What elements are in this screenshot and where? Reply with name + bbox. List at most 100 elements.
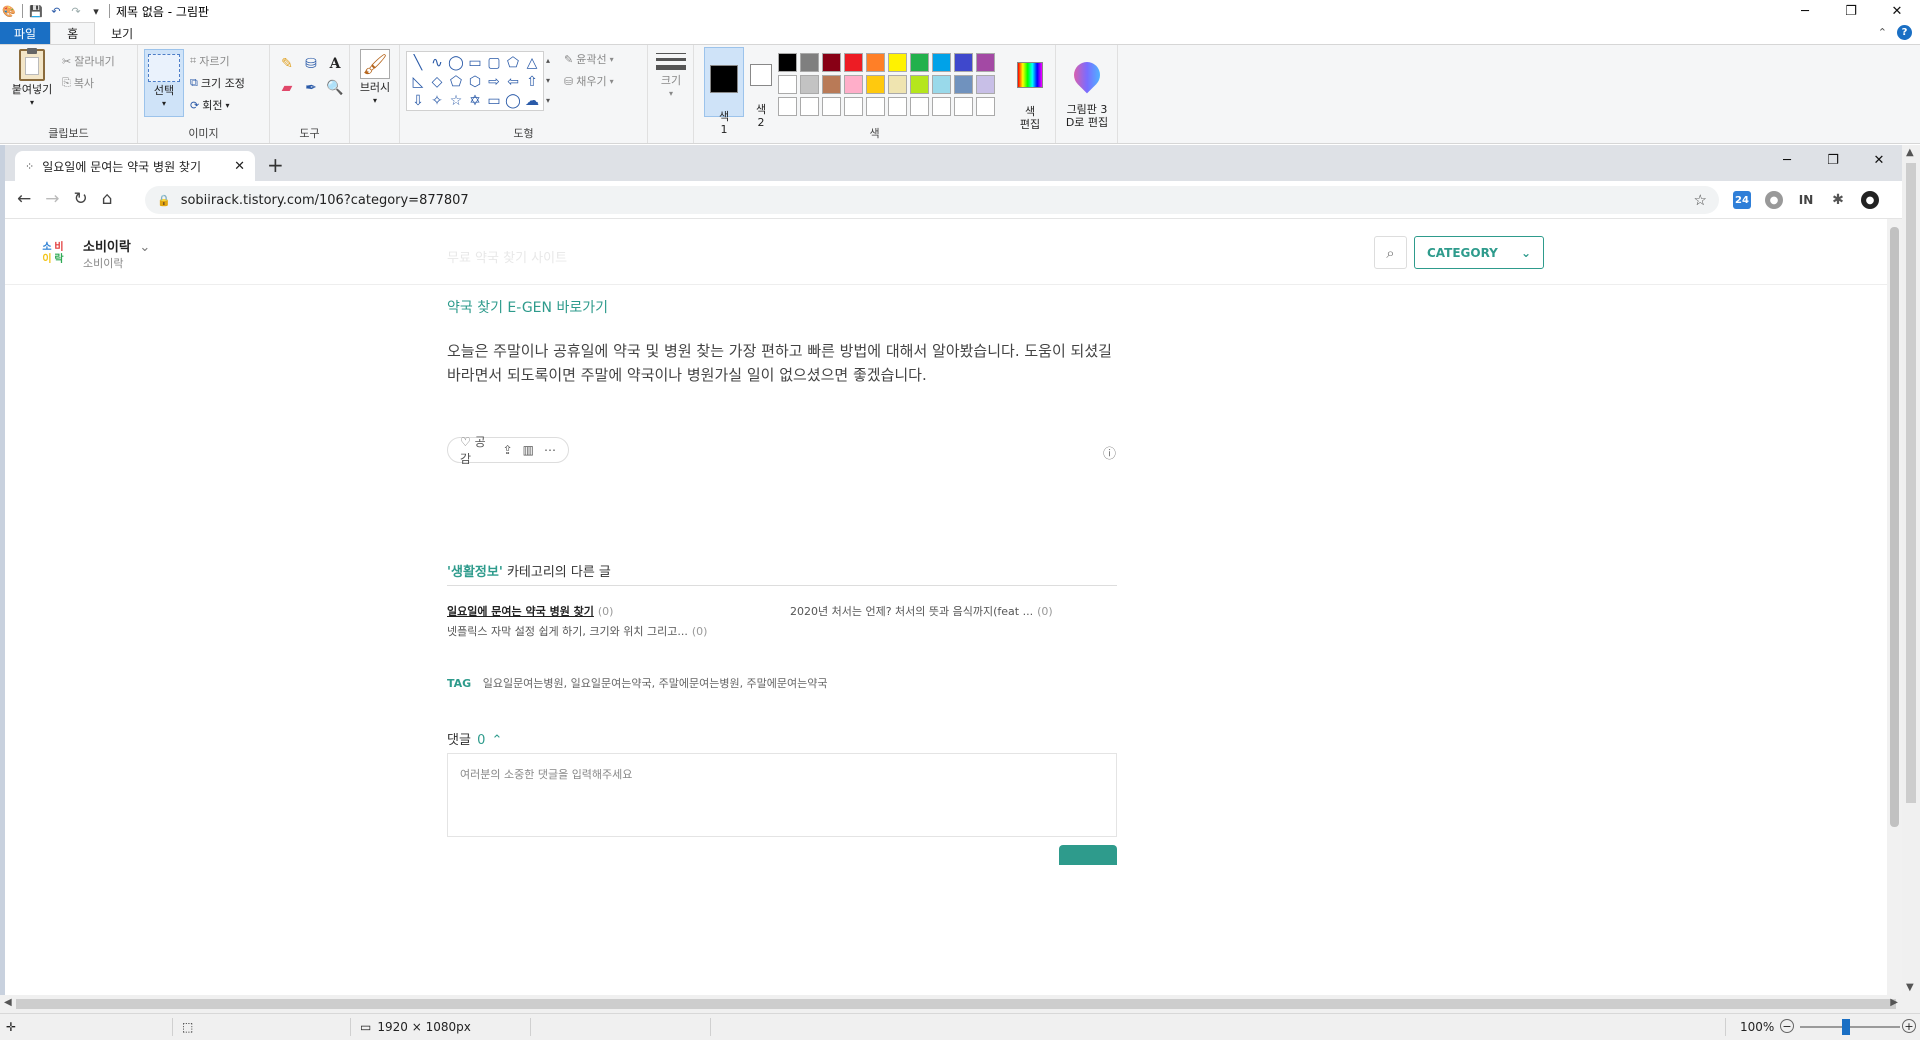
tab-file[interactable]: 파일: [0, 22, 51, 44]
palette-swatch[interactable]: [778, 97, 797, 116]
palette-swatch[interactable]: [954, 53, 973, 72]
tab-home[interactable]: 홈: [50, 22, 96, 44]
back-icon[interactable]: ←: [17, 189, 31, 209]
minimize-button[interactable]: ─: [1782, 0, 1828, 22]
blog-logo[interactable]: 소 비 이 락: [41, 239, 65, 265]
blog-name[interactable]: 소비이락 ⌄: [83, 236, 150, 255]
scroll-left-icon[interactable]: ◀: [4, 997, 12, 1008]
palette-swatch[interactable]: [866, 75, 885, 94]
pencil-icon[interactable]: ✎: [278, 55, 296, 73]
profile-avatar[interactable]: ●: [1861, 191, 1879, 209]
related-category[interactable]: '생활정보': [447, 565, 503, 580]
zoom-in-button[interactable]: +: [1902, 1019, 1916, 1033]
palette-swatch[interactable]: [932, 53, 951, 72]
magnifier-icon[interactable]: 🔍: [326, 79, 344, 97]
palette-swatch[interactable]: [822, 75, 841, 94]
share-icon[interactable]: ⇪: [503, 443, 513, 457]
left-arrow-shape-icon[interactable]: ⇦: [504, 73, 522, 91]
right-triangle-shape-icon[interactable]: ◺: [409, 73, 427, 91]
palette-swatch[interactable]: [800, 75, 819, 94]
scroll-right-icon[interactable]: ▶: [1890, 997, 1898, 1008]
palette-swatch[interactable]: [778, 75, 797, 94]
palette-swatch[interactable]: [888, 53, 907, 72]
new-tab-icon[interactable]: +: [267, 153, 284, 177]
maximize-button[interactable]: ❐: [1828, 0, 1874, 22]
up-arrow-shape-icon[interactable]: ⇧: [523, 73, 541, 91]
select-button[interactable]: 선택 ▾: [144, 49, 184, 117]
line-shape-icon[interactable]: ╲: [409, 54, 427, 72]
color-picker-icon[interactable]: ✒: [302, 79, 320, 97]
palette-swatch[interactable]: [888, 75, 907, 94]
browser-close-button[interactable]: ✕: [1856, 145, 1902, 175]
palette-swatch[interactable]: [910, 97, 929, 116]
home-icon[interactable]: ⌂: [102, 189, 113, 209]
scroll-up-icon[interactable]: ▲: [1906, 147, 1914, 158]
eraser-icon[interactable]: ▰: [278, 79, 296, 97]
palette-swatch[interactable]: [800, 97, 819, 116]
palette-swatch[interactable]: [976, 75, 995, 94]
palette-swatch[interactable]: [844, 75, 863, 94]
rotate-button[interactable]: ⟳ 회전 ▾: [190, 97, 229, 113]
category-select[interactable]: CATEGORY ⌄: [1414, 236, 1544, 269]
scroll-down-icon[interactable]: ▼: [1906, 982, 1914, 993]
zoom-slider[interactable]: [1800, 1026, 1900, 1028]
blog-search-button[interactable]: ⌕: [1374, 236, 1407, 269]
tab-close-icon[interactable]: ✕: [234, 159, 245, 174]
forward-icon[interactable]: →: [45, 189, 59, 209]
hexagon-shape-icon[interactable]: ⬡: [466, 73, 484, 91]
down-arrow-shape-icon[interactable]: ⇩: [409, 92, 427, 110]
copy-button[interactable]: ⎘ 복사: [62, 75, 94, 91]
palette-swatch[interactable]: [822, 53, 841, 72]
zoom-slider-thumb[interactable]: [1842, 1019, 1850, 1035]
curve-shape-icon[interactable]: ∿: [428, 54, 446, 72]
canvas-vertical-scrollbar[interactable]: ▲ ▼: [1902, 145, 1920, 995]
outline-button[interactable]: ✎ 윤곽선 ▾: [564, 51, 614, 67]
canvas-horizontal-scrollbar[interactable]: ◀ ▶: [0, 995, 1920, 1013]
puzzle-extensions-icon[interactable]: ✱: [1829, 191, 1847, 209]
stats-icon[interactable]: ▥: [523, 443, 534, 457]
tags-text[interactable]: 일요일문여는병원, 일요일문여는약국, 주말에문여는병원, 주말에문여는약국: [483, 677, 828, 690]
oval-shape-icon[interactable]: ◯: [447, 54, 465, 72]
fill-bucket-icon[interactable]: ⛁: [302, 55, 320, 73]
palette-swatch[interactable]: [954, 97, 973, 116]
address-bar[interactable]: 🔒 sobiirack.tistory.com/106?category=877…: [145, 186, 1719, 214]
save-icon[interactable]: 💾: [29, 4, 43, 18]
translate-extension-icon[interactable]: 24: [1733, 191, 1751, 209]
page-scrollbar[interactable]: [1887, 219, 1902, 995]
related-post-1[interactable]: 일요일에 문여는 약국 병원 찾기 (0): [447, 603, 613, 619]
rectangle-shape-icon[interactable]: ▭: [466, 54, 484, 72]
sync-extension-icon[interactable]: ●: [1765, 191, 1783, 209]
report-icon[interactable]: ⓘ: [1103, 443, 1116, 462]
shapes-gallery[interactable]: ╲ ∿ ◯ ▭ ▢ ⬠ △ ◺ ◇ ⬠ ⬡ ⇨ ⇦ ⇧ ⇩ ✧ ☆ ✡ ▭ ◯ …: [406, 51, 544, 111]
callout-cloud-icon[interactable]: ☁: [523, 92, 541, 110]
bookmark-star-icon[interactable]: ☆: [1694, 191, 1707, 209]
size-button[interactable]: 크기 ▾: [654, 53, 688, 100]
browser-restore-button[interactable]: ❐: [1810, 145, 1856, 175]
palette-swatch[interactable]: [932, 75, 951, 94]
zoom-out-button[interactable]: −: [1780, 1019, 1794, 1033]
resize-button[interactable]: ⧉ 크기 조정: [190, 75, 245, 91]
cut-button[interactable]: ✂ 잘라내기: [62, 53, 115, 69]
paint-canvas-area[interactable]: ⁘ 일요일에 문여는 약국 병원 찾기 ✕ + ─ ❐ ✕ ← → ↻ ⌂ 🔒 …: [0, 145, 1920, 995]
palette-swatch[interactable]: [844, 53, 863, 72]
page-scrollbar-thumb[interactable]: [1890, 227, 1899, 827]
canvas-vscroll-thumb[interactable]: [1906, 163, 1916, 803]
color1-button[interactable]: 색 1: [704, 47, 744, 136]
more-icon[interactable]: ⋯: [544, 443, 556, 457]
rounded-rect-shape-icon[interactable]: ▢: [485, 54, 503, 72]
brushes-button[interactable]: 🖌 브러시 ▾: [356, 49, 394, 107]
palette-swatch[interactable]: [888, 97, 907, 116]
shapes-scroll-icon[interactable]: ▴ ▾ ▾: [546, 51, 550, 111]
five-point-star-icon[interactable]: ☆: [447, 92, 465, 110]
reload-icon[interactable]: ↻: [74, 189, 88, 209]
egen-link[interactable]: 약국 찾기 E-GEN 바로가기: [447, 297, 608, 317]
help-icon[interactable]: ?: [1897, 25, 1912, 40]
blog-menu-chevron-icon[interactable]: ⌄: [139, 240, 150, 255]
diamond-shape-icon[interactable]: ◇: [428, 73, 446, 91]
edit-with-paint3d-button[interactable]: 그림판 3 D로 편집: [1062, 49, 1112, 142]
pentagon-shape-icon[interactable]: ⬠: [447, 73, 465, 91]
right-arrow-shape-icon[interactable]: ⇨: [485, 73, 503, 91]
like-button[interactable]: ♡ 공감: [460, 433, 493, 467]
close-button[interactable]: ✕: [1874, 0, 1920, 22]
browser-minimize-button[interactable]: ─: [1764, 145, 1810, 175]
